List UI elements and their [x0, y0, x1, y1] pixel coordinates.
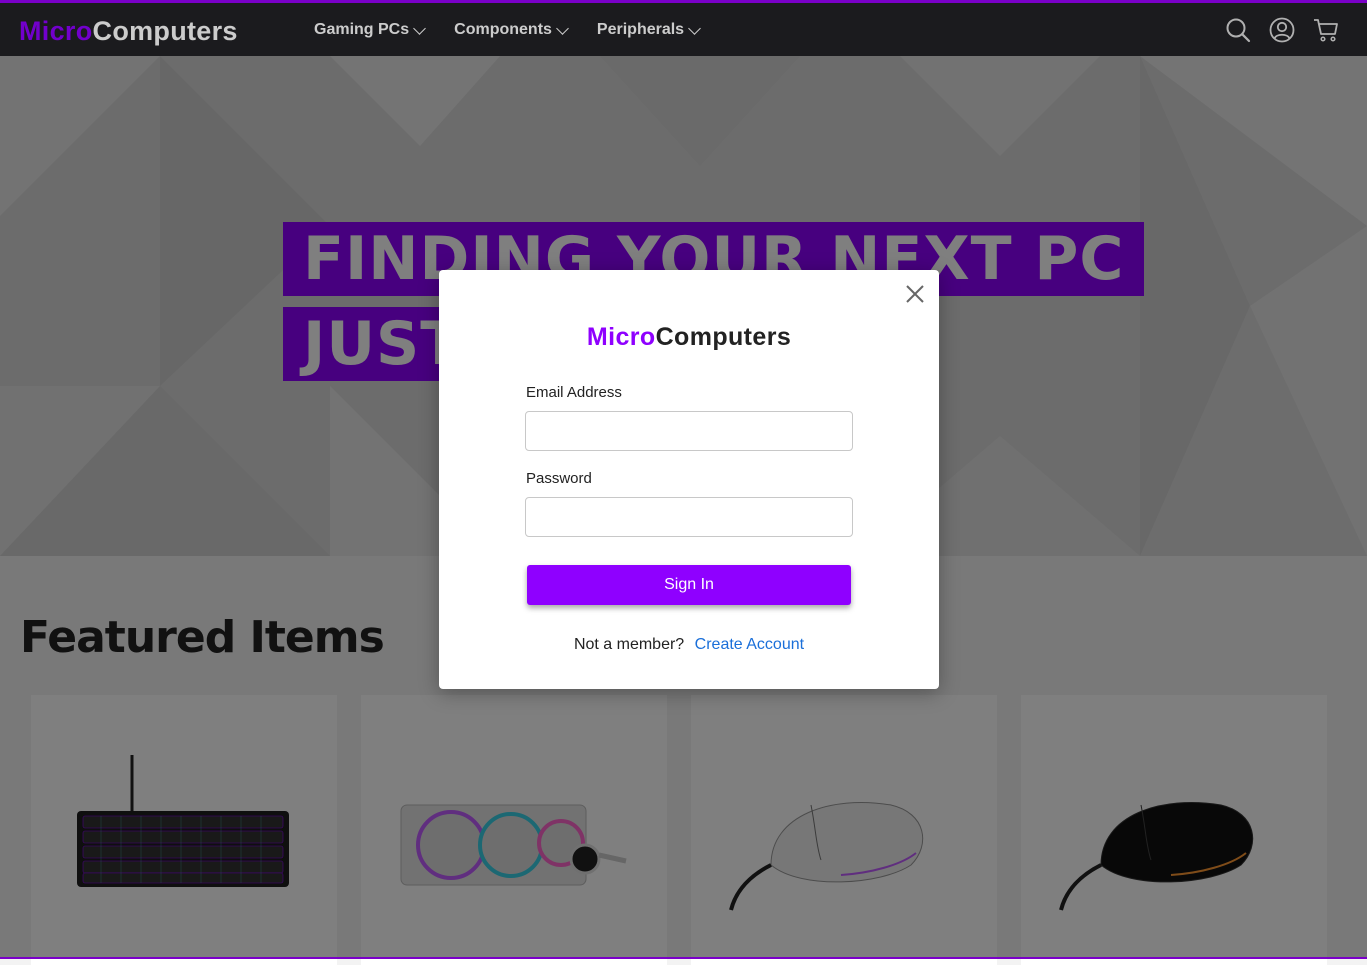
cart-icon[interactable] [1313, 17, 1339, 43]
nav-peripherals-label: Peripherals [596, 21, 685, 38]
chevron-down-icon [413, 22, 427, 35]
nav-components-label: Components [454, 21, 552, 38]
close-icon[interactable] [905, 284, 925, 304]
modal-brand-micro: Micro [586, 323, 656, 351]
password-label: Password [526, 470, 592, 487]
search-icon[interactable] [1225, 17, 1251, 43]
email-label: Email Address [526, 384, 622, 401]
nav-icons [1225, 17, 1339, 43]
nav-links: Gaming PCs Components Peripherals [314, 21, 729, 39]
sign-in-modal: MicroComputers Email Address Password Si… [439, 270, 939, 689]
create-account-link[interactable]: Create Account [695, 636, 804, 653]
sign-in-button[interactable]: Sign In [527, 565, 851, 605]
not-member-text: Not a member? [573, 636, 685, 653]
password-field[interactable] [525, 497, 853, 537]
chevron-down-icon [556, 22, 569, 35]
brand-micro: Micro [19, 16, 93, 46]
email-field[interactable] [525, 411, 853, 451]
navbar: MicroComputers Gaming PCs Components Per… [0, 0, 1367, 59]
brand-computers: Computers [92, 16, 238, 46]
nav-components[interactable]: Components [454, 21, 569, 39]
nav-peripherals[interactable]: Peripherals [596, 21, 701, 39]
nav-gaming-pcs-label: Gaming PCs [314, 21, 410, 38]
account-icon[interactable] [1269, 17, 1295, 43]
member-row: Not a member? Create Account [439, 636, 939, 654]
modal-brand-logo: MicroComputers [439, 323, 939, 352]
brand-logo[interactable]: MicroComputers [19, 16, 238, 47]
modal-brand-computers: Computers [655, 323, 792, 351]
nav-gaming-pcs[interactable]: Gaming PCs [314, 21, 427, 39]
chevron-down-icon [688, 22, 701, 35]
